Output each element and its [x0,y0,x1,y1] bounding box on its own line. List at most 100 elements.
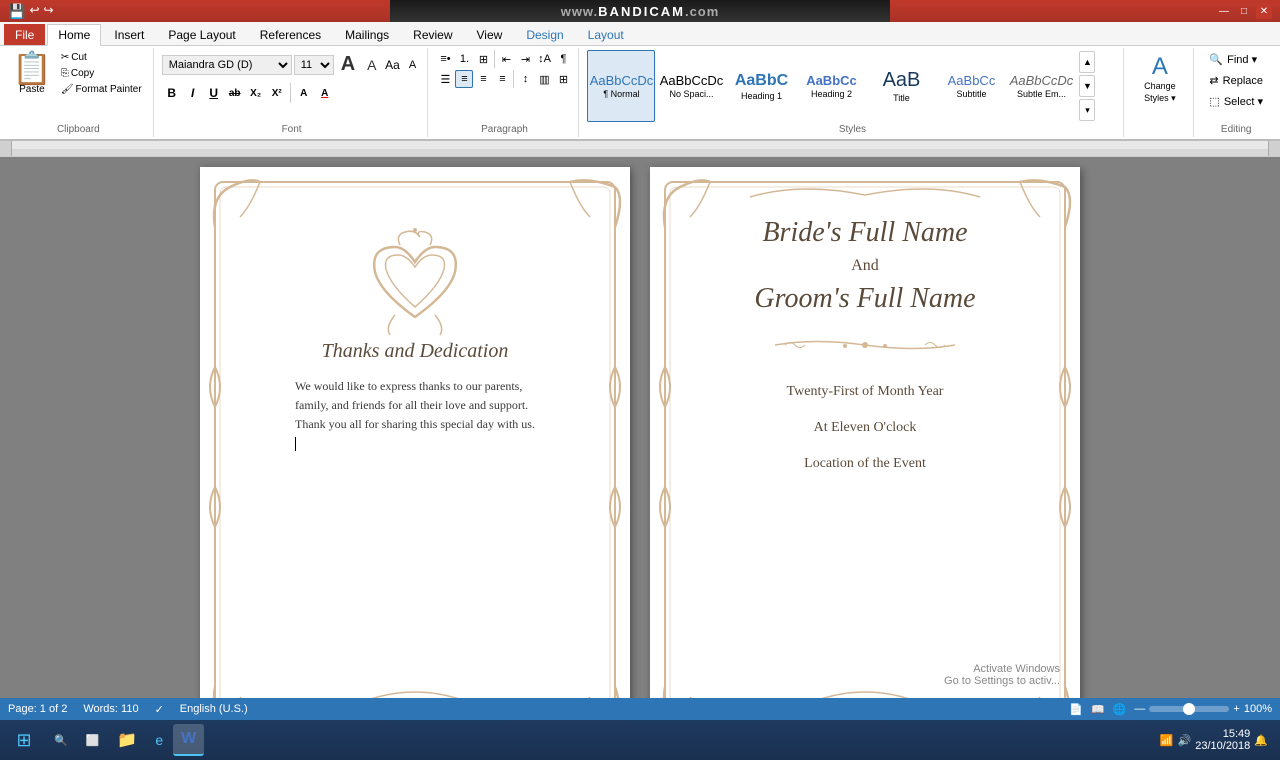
start-button[interactable]: ⊞ [4,720,44,760]
decrease-indent-button[interactable]: ⇤ [497,50,515,68]
select-icon: ⬚ [1209,95,1219,108]
styles-label: Styles [587,122,1117,135]
activate-windows-notice: Activate Windows Go to Settings to activ… [944,663,1060,687]
scissors-icon: ✂ [61,52,69,63]
tab-design[interactable]: Design [515,24,574,45]
font-family-select[interactable]: Maiandra GD (D) [162,55,292,75]
show-formatting-button[interactable]: ¶ [554,50,572,68]
replace-button[interactable]: ⇄ Replace [1202,71,1270,90]
text-cursor [295,437,296,451]
left-page-content: Thanks and Dedication We would like to e… [200,167,630,698]
network-icon[interactable]: 📶 [1160,734,1174,747]
tab-review[interactable]: Review [402,24,463,45]
and-text: And [851,257,879,275]
find-button[interactable]: 🔍 Find ▾ [1202,50,1270,69]
change-case-button[interactable]: Aa [383,56,401,74]
taskbar-task-view[interactable]: ⬜ [78,724,108,756]
right-page[interactable]: Bride's Full Name And Groom's Full Name [650,167,1080,698]
increase-indent-button[interactable]: ⇥ [516,50,534,68]
numbering-button[interactable]: 1. [455,50,473,68]
align-center-button[interactable]: ≡ [455,70,473,88]
align-right-button[interactable]: ≡ [474,70,492,88]
tab-home[interactable]: Home [47,24,101,46]
subscript-button[interactable]: X₂ [246,83,266,103]
style-title[interactable]: AaB Title [867,50,935,122]
save-icon[interactable]: 💾 [8,3,25,20]
clear-formatting-button[interactable]: A [403,56,421,74]
document-area: Thanks and Dedication We would like to e… [0,157,1280,698]
close-button[interactable]: ✕ [1256,3,1272,19]
ribbon-tabs: File Home Insert Page Layout References … [0,22,1280,46]
page-info: Page: 1 of 2 [8,703,67,715]
select-button[interactable]: ⬚ Select ▾ [1202,92,1270,111]
left-page[interactable]: Thanks and Dedication We would like to e… [200,167,630,698]
format-painter-button[interactable]: 🖌 Format Painter [56,82,147,97]
copy-button[interactable]: ⎘ Copy [56,66,147,81]
notifications-icon[interactable]: 🔔 [1254,734,1268,747]
zoom-out-button[interactable]: — [1134,703,1145,715]
ruler [0,141,1280,157]
change-styles-button[interactable]: A ChangeStyles ▾ [1132,50,1187,107]
style-subtle-emphasis[interactable]: AaBbCcDc Subtle Em... [1007,50,1075,122]
view-print-button[interactable]: 📄 [1069,703,1083,716]
paragraph-label: Paragraph [436,122,572,135]
view-read-button[interactable]: 📖 [1091,703,1105,716]
text-highlight-button[interactable]: A [294,83,314,103]
language-indicator[interactable]: English (U.S.) [180,703,248,715]
maximize-button[interactable]: □ [1236,3,1252,19]
sort-button[interactable]: ↕A [535,50,553,68]
line-spacing-button[interactable]: ↕ [516,70,534,88]
taskbar-file-explorer[interactable]: 📁 [109,724,145,756]
style-no-spacing[interactable]: AaBbCcDc No Spaci... [657,50,725,122]
tab-references[interactable]: References [249,24,332,45]
view-web-button[interactable]: 🌐 [1113,703,1127,716]
style-heading2[interactable]: AaBbCc Heading 2 [797,50,865,122]
underline-button[interactable]: U [204,83,224,103]
taskbar-edge[interactable]: e [147,724,171,756]
bullets-button[interactable]: ≡• [436,50,454,68]
paste-button[interactable]: 📋 Paste [10,50,54,97]
edge-icon: e [155,732,163,748]
spell-check-icon[interactable]: ✓ [155,703,164,716]
undo-icon[interactable]: ↩ [29,3,39,20]
bold-button[interactable]: B [162,83,182,103]
event-location: Location of the Event [804,456,926,472]
word-count: Words: 110 [83,703,138,715]
tab-layout[interactable]: Layout [577,24,635,45]
styles-more[interactable]: ▾ [1079,99,1095,121]
tab-file[interactable]: File [4,24,45,45]
align-left-button[interactable]: ☰ [436,70,454,88]
grow-font-button[interactable]: A [336,50,360,79]
justify-button[interactable]: ≡ [493,70,511,88]
strikethrough-button[interactable]: ab [225,83,245,103]
zoom-in-button[interactable]: + [1233,703,1239,715]
tab-mailings[interactable]: Mailings [334,24,400,45]
font-color-button[interactable]: A [315,83,335,103]
taskbar-search[interactable]: 🔍 [46,724,76,756]
multilevel-list-button[interactable]: ⊞ [474,50,492,68]
cut-button[interactable]: ✂ Cut [56,50,147,65]
shading-button[interactable]: ▥ [535,70,553,88]
style-normal[interactable]: AaBbCcDc ¶ Normal [587,50,655,122]
font-size-select[interactable]: 11 [294,55,334,75]
zoom-slider[interactable] [1149,706,1229,712]
change-styles-group: A ChangeStyles ▾ [1126,48,1194,137]
redo-icon[interactable]: ↪ [44,3,54,20]
minimize-button[interactable]: — [1216,3,1232,19]
styles-scroll-up[interactable]: ▲ [1079,51,1095,73]
style-heading1[interactable]: AaBbC Heading 1 [727,50,795,122]
taskbar-word[interactable]: W [173,724,204,756]
style-subtitle[interactable]: AaBbCc Subtitle [937,50,1005,122]
superscript-button[interactable]: X² [267,83,287,103]
bandicam-banner: www.BANDICAM.com [390,0,890,22]
font-label: Font [162,122,422,135]
styles-scroll-down[interactable]: ▼ [1079,75,1095,97]
shrink-font-button[interactable]: A [362,54,381,76]
zoom-control: — + 100% [1134,703,1272,715]
tab-page-layout[interactable]: Page Layout [157,24,246,45]
tab-insert[interactable]: Insert [103,24,155,45]
volume-icon[interactable]: 🔊 [1178,734,1192,747]
borders-button[interactable]: ⊞ [554,70,572,88]
tab-view[interactable]: View [466,24,514,45]
italic-button[interactable]: I [183,83,203,103]
